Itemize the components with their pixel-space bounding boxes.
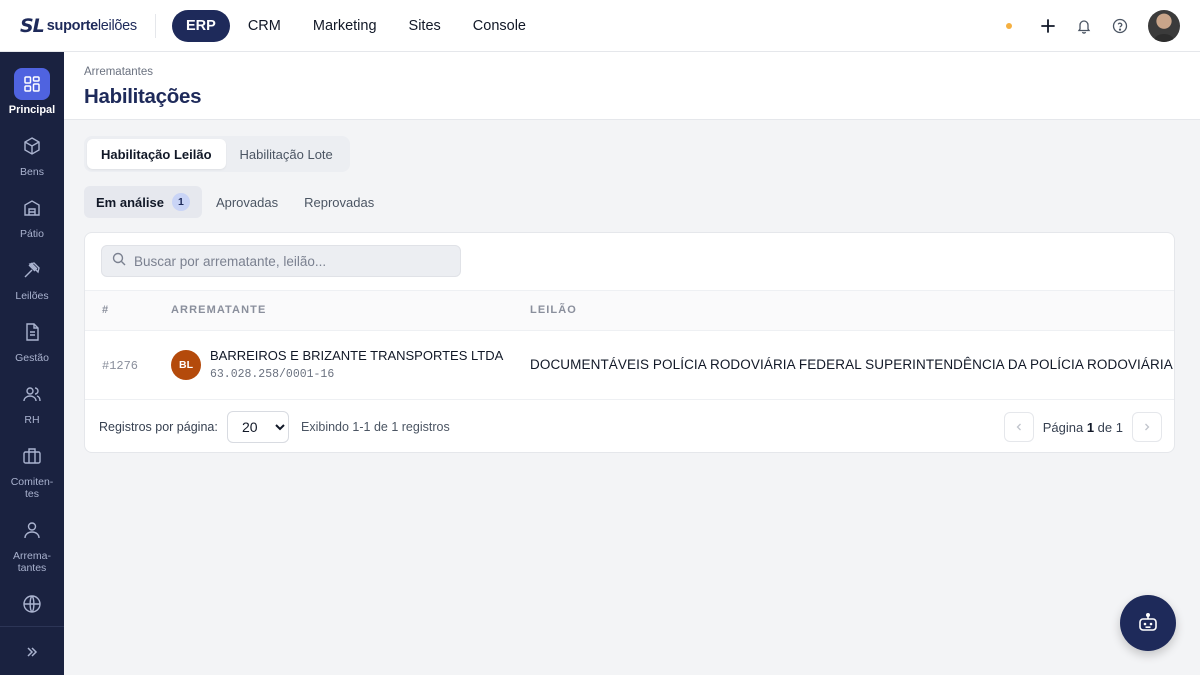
page-title: Habilitações: [84, 85, 202, 108]
logo-mark: SL: [20, 14, 45, 37]
tab-em-analise[interactable]: Em análise 1: [84, 186, 202, 218]
top-right-actions: [1006, 10, 1180, 42]
pagination: Página 1 de 1: [1003, 412, 1162, 442]
briefcase-icon: [14, 440, 50, 472]
top-nav-erp[interactable]: ERP: [172, 9, 230, 42]
top-nav-marketing[interactable]: Marketing: [299, 10, 391, 42]
search-box: [101, 245, 461, 277]
sidebar-item-label: Principal: [8, 104, 56, 116]
sidebar-item-sites[interactable]: [0, 588, 64, 620]
app-logo[interactable]: SL suporteleilões: [0, 13, 156, 38]
table-header: # ARREMATANTE LEILÃO: [85, 290, 1174, 331]
plus-icon[interactable]: [1038, 16, 1058, 36]
column-header-id[interactable]: #: [102, 304, 109, 316]
status-dot: [1006, 23, 1012, 29]
assistant-button[interactable]: [1120, 595, 1176, 651]
grid-icon: [14, 68, 50, 100]
help-icon[interactable]: [1110, 16, 1130, 36]
top-nav: ERP CRM Marketing Sites Console: [172, 9, 540, 42]
globe-icon: [14, 588, 50, 620]
segment-tabs: Habilitação Leilão Habilitação Lote: [84, 136, 350, 172]
sidebar-item-label: Leilões: [15, 290, 49, 302]
next-page-button[interactable]: [1132, 412, 1162, 442]
chevrons-right-icon: [14, 636, 50, 668]
leilao-name[interactable]: DOCUMENTÁVEIS POLÍCIA RODOVIÁRIA FEDERAL…: [530, 357, 1174, 372]
sidebar-item-rh[interactable]: RH: [0, 378, 64, 426]
sidebar-item-patio[interactable]: Pátio: [0, 192, 64, 240]
table-row[interactable]: #1276 BL BARREIROS E BRIZANTE TRANSPORTE…: [85, 331, 1174, 400]
top-nav-crm[interactable]: CRM: [234, 10, 295, 42]
sidebar-item-label: Arrema- tantes: [13, 550, 51, 574]
tab-aprovadas[interactable]: Aprovadas: [204, 186, 290, 218]
prev-page-button[interactable]: [1003, 412, 1034, 442]
search-input[interactable]: [134, 253, 434, 269]
arrematante-avatar: BL: [171, 350, 201, 380]
page-indicator: Página 1 de 1: [1042, 419, 1123, 435]
sidebar-item-bens[interactable]: Bens: [0, 130, 64, 178]
records-summary: Exibindo 1-1 de 1 registros: [301, 420, 450, 434]
users-icon: [14, 378, 50, 410]
sidebar-item-label: Pátio: [20, 228, 44, 240]
chevron-right-icon: [1145, 423, 1150, 431]
logo-text: suporteleilões: [46, 17, 137, 34]
search-icon: [112, 252, 126, 271]
sidebar-item-gestao[interactable]: Gestão: [0, 316, 64, 364]
tab-habilitacao-leilao[interactable]: Habilitação Leilão: [87, 139, 226, 169]
sidebar: Principal Bens Pátio Leilões Gestão RH C…: [0, 52, 64, 675]
tab-habilitacao-lote[interactable]: Habilitação Lote: [226, 139, 347, 169]
sidebar-item-label: Gestão: [15, 352, 49, 364]
column-header-leilao[interactable]: LEILÃO: [530, 304, 577, 316]
sidebar-item-label: Comiten- tes: [10, 476, 54, 500]
top-nav-console[interactable]: Console: [459, 10, 540, 42]
count-badge: 1: [171, 193, 190, 211]
arrematante-name[interactable]: BARREIROS E BRIZANTE TRANSPORTES LTDA: [210, 348, 503, 363]
tab-label: Em análise: [96, 194, 164, 210]
sidebar-item-leiloes[interactable]: Leilões: [0, 254, 64, 302]
page-header: Arrematantes Habilitações: [64, 52, 1200, 120]
habilitacoes-card: # ARREMATANTE LEILÃO #1276 BL BARREIROS …: [84, 232, 1175, 453]
warehouse-icon: [14, 192, 50, 224]
arrematante-document: 63.028.258/0001-16: [210, 368, 335, 381]
sidebar-item-principal[interactable]: Principal: [0, 68, 64, 116]
column-header-arrematante[interactable]: ARREMATANTE: [171, 304, 266, 316]
status-tabs: Em análise 1 Aprovadas Reprovadas: [84, 186, 388, 218]
per-page-select[interactable]: 20: [227, 411, 289, 443]
user-icon: [14, 514, 50, 546]
sidebar-item-arrematantes[interactable]: Arrema- tantes: [0, 514, 64, 574]
user-avatar[interactable]: [1148, 10, 1180, 42]
gavel-icon: [14, 254, 50, 286]
row-id: #1276: [102, 359, 139, 373]
table-footer: Registros por página: 20 Exibindo 1-1 de…: [85, 401, 1174, 452]
sidebar-expand-button[interactable]: [0, 636, 64, 668]
sidebar-item-comitentes[interactable]: Comiten- tes: [0, 440, 64, 500]
sidebar-item-label: Bens: [20, 166, 44, 178]
sidebar-divider: [0, 626, 64, 627]
robot-icon: [1139, 612, 1157, 631]
breadcrumb[interactable]: Arrematantes: [84, 66, 153, 78]
tab-reprovadas[interactable]: Reprovadas: [292, 186, 386, 218]
chevron-left-icon: [1016, 423, 1021, 431]
top-nav-sites[interactable]: Sites: [395, 10, 455, 42]
box-icon: [14, 130, 50, 162]
sidebar-item-label: RH: [24, 414, 40, 426]
bell-icon[interactable]: [1074, 16, 1094, 36]
top-bar: SL suporteleilões ERP CRM Marketing Site…: [0, 0, 1200, 52]
per-page-label: Registros por página:: [99, 420, 218, 434]
document-icon: [14, 316, 50, 348]
